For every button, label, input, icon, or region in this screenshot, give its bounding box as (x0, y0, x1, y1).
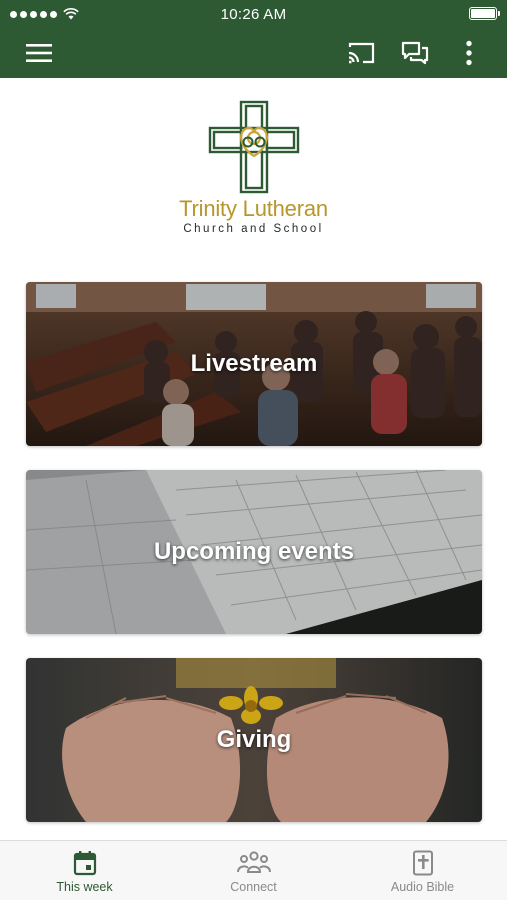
chat-button[interactable] (396, 34, 434, 72)
people-icon (236, 851, 271, 873)
bible-icon (412, 850, 433, 876)
cast-icon (348, 42, 375, 64)
status-bar: 10:26 AM (0, 0, 507, 28)
app-bar (0, 28, 507, 78)
nav-item-this-week[interactable]: This week (0, 841, 169, 900)
logo-subtitle: Church and School (183, 223, 324, 235)
battery-icon (469, 7, 500, 20)
nav-item-connect[interactable]: Connect (169, 841, 338, 900)
logo-title: Trinity Lutheran (179, 196, 328, 221)
more-options-button[interactable] (450, 34, 488, 72)
nav-label-this-week: This week (56, 880, 113, 894)
nav-label-connect: Connect (230, 880, 277, 894)
nav-item-audio-bible[interactable]: Audio Bible (338, 841, 507, 900)
upcoming-events-card[interactable]: Upcoming events (26, 470, 482, 634)
status-time: 10:26 AM (220, 6, 287, 23)
calendar-icon (73, 851, 96, 876)
upcoming-events-label: Upcoming events (153, 538, 355, 565)
giving-card[interactable]: Giving (26, 658, 482, 822)
livestream-label: Livestream (190, 350, 318, 377)
menu-button[interactable] (20, 34, 58, 72)
chat-icon (401, 41, 429, 65)
livestream-card[interactable]: Livestream (26, 282, 482, 446)
nav-label-audio-bible: Audio Bible (390, 880, 455, 894)
cross-logo-icon (208, 100, 299, 194)
giving-label: Giving (216, 726, 292, 753)
cast-button[interactable] (342, 34, 380, 72)
more-vertical-icon (466, 40, 472, 66)
bottom-nav: This week Connect Audio Bible (0, 840, 507, 900)
church-logo: Trinity Lutheran Church and School (150, 100, 357, 250)
menu-icon (26, 44, 52, 62)
